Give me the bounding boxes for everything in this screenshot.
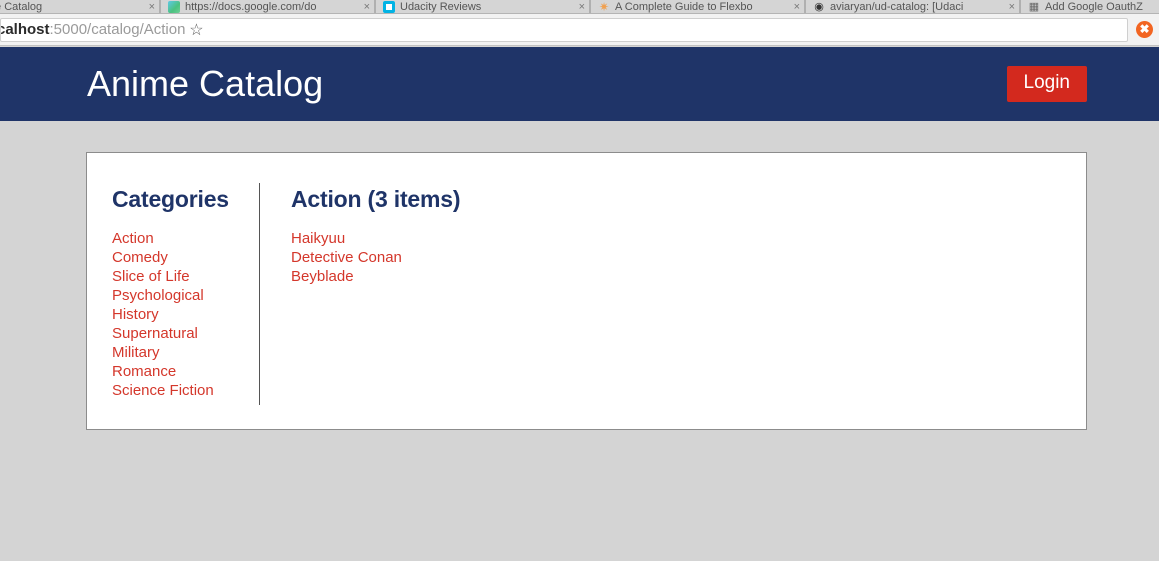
pane-divider xyxy=(259,183,260,405)
login-button[interactable]: Login xyxy=(1006,66,1087,102)
item-link-haikyuu[interactable]: Haikyuu xyxy=(291,229,345,248)
list-item: Science Fiction xyxy=(112,381,259,400)
close-icon[interactable]: × xyxy=(149,1,155,13)
browser-tab-title: Anime Catalog xyxy=(0,1,43,13)
category-link-psychological[interactable]: Psychological xyxy=(112,286,204,305)
page-body: Anime Catalog Login Categories Action Co… xyxy=(0,47,1159,561)
category-link-science-fiction[interactable]: Science Fiction xyxy=(112,381,214,400)
categories-pane: Categories Action Comedy Slice of Life P… xyxy=(87,153,260,429)
browser-tab[interactable]: ✷ A Complete Guide to Flexbo × xyxy=(590,0,805,14)
github-favicon-icon: ◉ xyxy=(814,1,824,13)
item-link-beyblade[interactable]: Beyblade xyxy=(291,267,354,286)
list-item: History xyxy=(112,305,259,324)
browser-tab-title: https://docs.google.com/do xyxy=(185,1,317,13)
close-icon[interactable]: × xyxy=(579,1,585,13)
omnibox-row: calhost:5000/catalog/Action ☆ ✖ xyxy=(0,14,1159,46)
browser-tab-title: A Complete Guide to Flexbo xyxy=(615,1,753,13)
category-link-romance[interactable]: Romance xyxy=(112,362,176,381)
list-item: Slice of Life xyxy=(112,267,259,286)
browser-tab[interactable]: ▦ Add Google OauthZ × xyxy=(1020,0,1159,13)
list-item: Military xyxy=(112,343,259,362)
site-header: Anime Catalog Login xyxy=(0,47,1159,121)
browser-tab-title: aviaryan/ud-catalog: [Udaci xyxy=(830,1,964,13)
category-link-comedy[interactable]: Comedy xyxy=(112,248,168,267)
list-item: Romance xyxy=(112,362,259,381)
category-link-history[interactable]: History xyxy=(112,305,159,324)
content-card: Categories Action Comedy Slice of Life P… xyxy=(86,152,1087,430)
address-bar[interactable]: calhost:5000/catalog/Action ☆ xyxy=(0,17,1128,42)
categories-list: Action Comedy Slice of Life Psychologica… xyxy=(112,229,259,400)
categories-heading: Categories xyxy=(112,186,229,212)
category-link-action[interactable]: Action xyxy=(112,229,154,248)
browser-chrome: Anime Catalog × https://docs.google.com/… xyxy=(0,0,1159,46)
list-item: Psychological xyxy=(112,286,259,305)
browser-tab-strip: Anime Catalog × https://docs.google.com/… xyxy=(0,0,1159,14)
list-item: Haikyuu xyxy=(291,229,1086,248)
list-item: Detective Conan xyxy=(291,248,1086,267)
list-item: Action xyxy=(112,229,259,248)
close-icon[interactable]: × xyxy=(794,1,800,13)
list-item: Beyblade xyxy=(291,267,1086,286)
browser-tab-title: Add Google OauthZ xyxy=(1045,1,1143,13)
items-pane: Action (3 items) Haikyuu Detective Conan… xyxy=(259,153,1086,429)
list-item: Comedy xyxy=(112,248,259,267)
url-text: calhost:5000/catalog/Action xyxy=(0,21,186,38)
google-docs-favicon-icon xyxy=(168,1,180,13)
css-tricks-favicon-icon: ✷ xyxy=(598,0,610,14)
close-icon[interactable]: × xyxy=(1009,1,1015,13)
category-link-military[interactable]: Military xyxy=(112,343,160,362)
category-link-slice-of-life[interactable]: Slice of Life xyxy=(112,267,190,286)
category-link-supernatural[interactable]: Supernatural xyxy=(112,324,198,343)
url-host: calhost xyxy=(0,21,50,38)
url-path: :5000/catalog/Action xyxy=(49,21,186,38)
items-heading: Action (3 items) xyxy=(291,186,461,212)
document-favicon-icon: ▦ xyxy=(1028,1,1040,13)
item-link-detective-conan[interactable]: Detective Conan xyxy=(291,248,402,267)
page-title: Anime Catalog xyxy=(87,63,324,104)
browser-tab[interactable]: Udacity Reviews × xyxy=(375,0,590,13)
browser-tab[interactable]: ◉ aviaryan/ud-catalog: [Udaci × xyxy=(805,0,1020,13)
browser-tab-title: Udacity Reviews xyxy=(400,1,482,13)
close-icon[interactable]: × xyxy=(364,1,370,13)
udacity-favicon-icon xyxy=(383,1,395,13)
bookmark-star-icon[interactable]: ☆ xyxy=(185,19,207,41)
browser-tab[interactable]: https://docs.google.com/do × xyxy=(160,0,375,13)
items-list: Haikyuu Detective Conan Beyblade xyxy=(291,229,1086,286)
browser-tab[interactable]: Anime Catalog × xyxy=(0,0,160,13)
list-item: Supernatural xyxy=(112,324,259,343)
extension-icon[interactable]: ✖ xyxy=(1136,21,1153,38)
